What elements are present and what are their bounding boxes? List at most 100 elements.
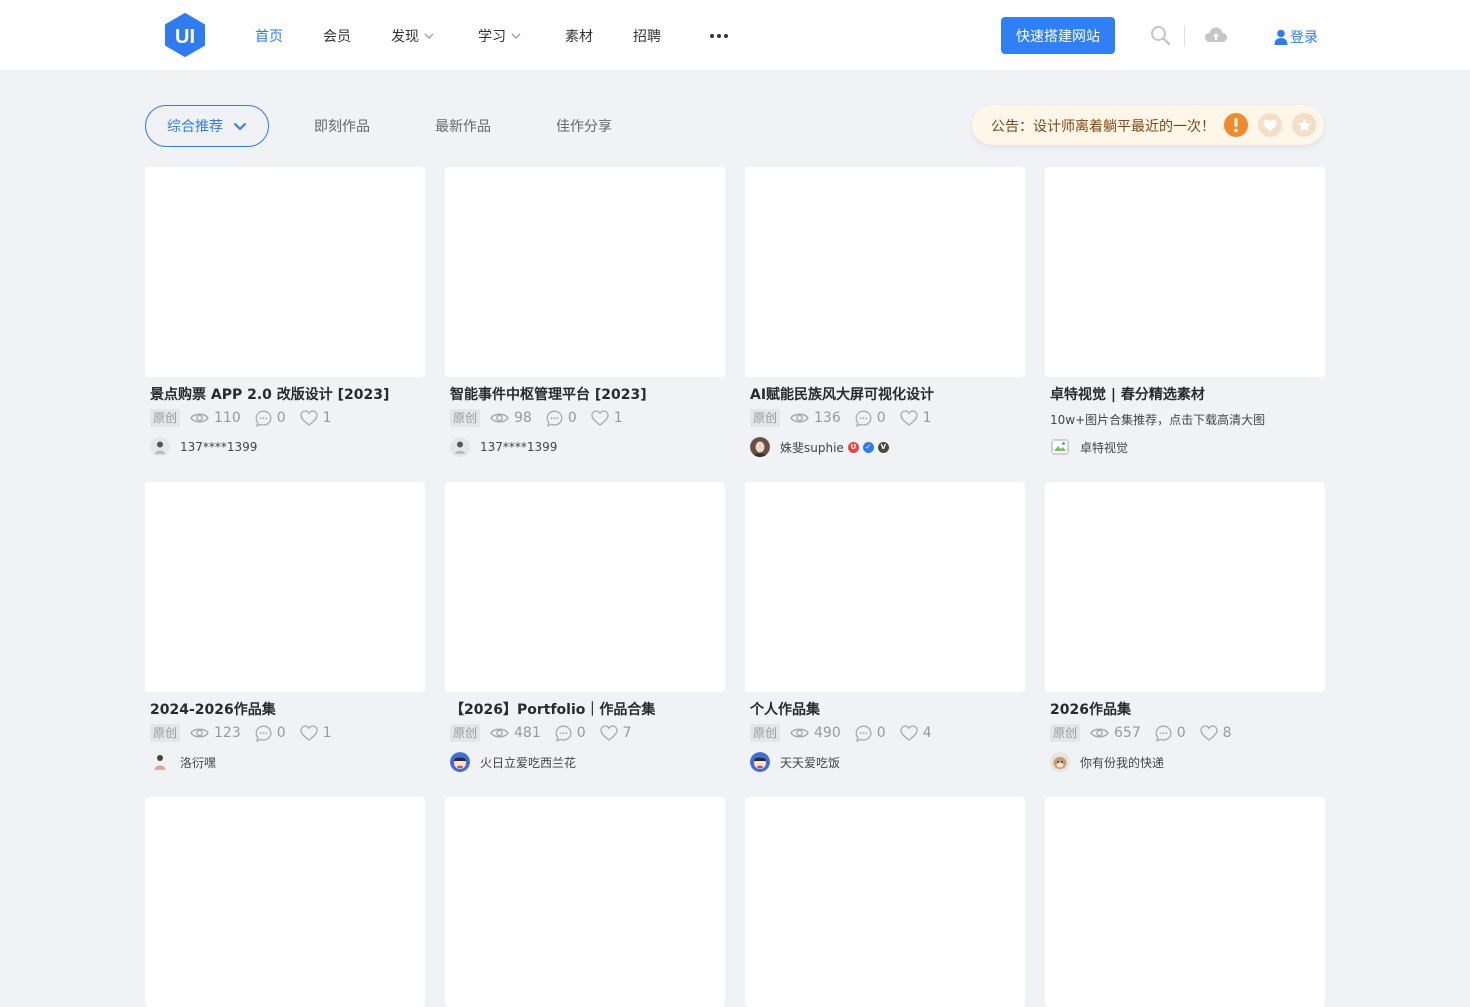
work-thumbnail[interactable]: [145, 482, 425, 692]
eye-icon: [1090, 728, 1109, 738]
announcement-banner[interactable]: 公告：设计师离着躺平最近的一次！: [972, 105, 1324, 145]
heart-icon[interactable]: [1200, 725, 1218, 741]
work-title[interactable]: 智能事件中枢管理平台 [2023]: [450, 384, 725, 404]
work-card[interactable]: 景点购票 APP 2.0 改版设计 [2023] 原创 110 0 1 137*…: [145, 167, 425, 457]
work-title[interactable]: 卓特视觉 | 春分精选素材: [1050, 384, 1325, 404]
work-thumbnail[interactable]: [145, 167, 425, 377]
heart-icon[interactable]: [1258, 113, 1282, 137]
work-card[interactable]: [145, 797, 425, 1007]
author-link[interactable]: 火日立爱吃西兰花: [450, 752, 576, 772]
recommend-sort-label: 综合推荐: [167, 119, 223, 135]
comment-icon: [255, 725, 272, 742]
author-link[interactable]: 姝斐suphie U ✓ V: [750, 437, 889, 457]
author-link[interactable]: 137****1399: [450, 437, 557, 457]
avatar[interactable]: [750, 437, 770, 457]
author-name[interactable]: 天天爱吃饭: [780, 754, 840, 771]
nav-learn[interactable]: 学习: [478, 26, 521, 46]
work-thumbnail[interactable]: [745, 797, 1025, 1007]
work-thumbnail[interactable]: [1045, 482, 1325, 692]
work-card[interactable]: [445, 797, 725, 1007]
tab-featured-share[interactable]: 佳作分享: [556, 116, 612, 136]
tab-latest-works[interactable]: 最新作品: [435, 116, 491, 136]
author-link[interactable]: 卓特视觉: [1050, 437, 1128, 457]
quick-build-site-button[interactable]: 快速搭建网站: [1001, 17, 1115, 54]
author-name[interactable]: 137****1399: [180, 440, 257, 454]
author-name[interactable]: 火日立爱吃西兰花: [480, 754, 576, 771]
avatar[interactable]: [150, 752, 170, 772]
announcement-text: 公告：设计师离着躺平最近的一次！: [991, 119, 1215, 135]
author-link[interactable]: 你有份我的快递: [1050, 752, 1164, 772]
avatar[interactable]: [450, 752, 470, 772]
work-thumbnail[interactable]: [745, 482, 1025, 692]
work-thumbnail[interactable]: [145, 797, 425, 1007]
work-card[interactable]: 2024-2026作品集 原创 123 0 1 洛衍嘿: [145, 482, 425, 772]
original-tag: 原创: [750, 724, 781, 742]
comment-count: 0: [567, 410, 577, 426]
work-thumbnail[interactable]: [1045, 797, 1325, 1007]
work-card[interactable]: [745, 797, 1025, 1007]
broken-image-avatar[interactable]: [1050, 437, 1070, 457]
work-title[interactable]: 个人作品集: [750, 699, 1025, 719]
search-icon[interactable]: [1150, 25, 1171, 46]
work-card[interactable]: 【2026】Portfolio｜作品合集 原创 481 0 7 火日立爱吃西兰花: [445, 482, 725, 772]
view-count: 657: [1114, 725, 1141, 741]
comment-icon: [555, 725, 572, 742]
nav-jobs[interactable]: 招聘: [633, 26, 661, 46]
heart-icon[interactable]: [591, 410, 609, 426]
avatar[interactable]: [150, 437, 170, 457]
work-title[interactable]: 2024-2026作品集: [150, 699, 425, 719]
work-title[interactable]: 【2026】Portfolio｜作品合集: [450, 699, 725, 719]
work-thumbnail[interactable]: [445, 797, 725, 1007]
heart-icon[interactable]: [900, 725, 918, 741]
work-meta: 原创 123 0 1: [150, 723, 346, 743]
author-name[interactable]: 你有份我的快递: [1080, 754, 1164, 771]
nav-materials[interactable]: 素材: [565, 26, 593, 46]
work-meta: 原创 136 0 1: [750, 408, 946, 428]
author-name[interactable]: 姝斐suphie: [780, 439, 844, 456]
star-icon[interactable]: [1292, 113, 1316, 137]
work-thumbnail[interactable]: [445, 482, 725, 692]
promo-card[interactable]: 卓特视觉 | 春分精选素材 10w+图片合集推荐，点击下载高清大图 卓特视觉: [1045, 167, 1325, 455]
author-name[interactable]: 卓特视觉: [1080, 439, 1128, 456]
work-title[interactable]: 景点购票 APP 2.0 改版设计 [2023]: [150, 384, 425, 404]
recommend-sort-dropdown[interactable]: 综合推荐: [145, 105, 269, 147]
work-thumbnail[interactable]: [745, 167, 1025, 377]
work-thumbnail[interactable]: [1045, 167, 1325, 377]
work-title[interactable]: AI赋能民族风大屏可视化设计: [750, 384, 1025, 404]
heart-icon[interactable]: [600, 725, 618, 741]
work-card[interactable]: 2026作品集 原创 657 0 8 你有份我的快递: [1045, 482, 1325, 772]
nav-home[interactable]: 首页: [255, 26, 283, 46]
alert-icon[interactable]: [1224, 113, 1248, 137]
work-thumbnail[interactable]: [445, 167, 725, 377]
heart-icon[interactable]: [300, 725, 318, 741]
heart-icon[interactable]: [900, 410, 918, 426]
user-icon: [1274, 29, 1288, 45]
site-logo[interactable]: UI: [164, 13, 206, 57]
work-card[interactable]: 智能事件中枢管理平台 [2023] 原创 98 0 1 137****1399: [445, 167, 725, 457]
cloud-upload-icon[interactable]: [1204, 26, 1228, 44]
eye-icon: [190, 413, 209, 423]
work-title[interactable]: 2026作品集: [1050, 699, 1325, 719]
avatar[interactable]: [450, 437, 470, 457]
login-link[interactable]: 登录: [1274, 27, 1318, 47]
vip-badge-icon: U: [847, 441, 859, 453]
nav-membership[interactable]: 会员: [323, 26, 351, 46]
work-card[interactable]: AI赋能民族风大屏可视化设计 原创 136 0 1 姝斐suphie U ✓ V: [745, 167, 1025, 457]
ellipsis-icon[interactable]: [710, 34, 728, 38]
work-card[interactable]: 个人作品集 原创 490 0 4 天天爱吃饭: [745, 482, 1025, 772]
author-link[interactable]: 洛衍嘿: [150, 752, 216, 772]
original-tag: 原创: [750, 409, 781, 427]
chevron-down-icon: [511, 33, 521, 39]
avatar[interactable]: [750, 752, 770, 772]
work-card[interactable]: [1045, 797, 1325, 1007]
author-name[interactable]: 洛衍嘿: [180, 754, 216, 771]
author-link[interactable]: 天天爱吃饭: [750, 752, 840, 772]
avatar[interactable]: [1050, 752, 1070, 772]
author-name[interactable]: 137****1399: [480, 440, 557, 454]
nav-discover[interactable]: 发现: [391, 26, 434, 46]
author-link[interactable]: 137****1399: [150, 437, 257, 457]
heart-icon[interactable]: [300, 410, 318, 426]
tab-instant-works[interactable]: 即刻作品: [314, 116, 370, 136]
work-meta: 原创 657 0 8: [1050, 723, 1246, 743]
eye-icon: [490, 728, 509, 738]
